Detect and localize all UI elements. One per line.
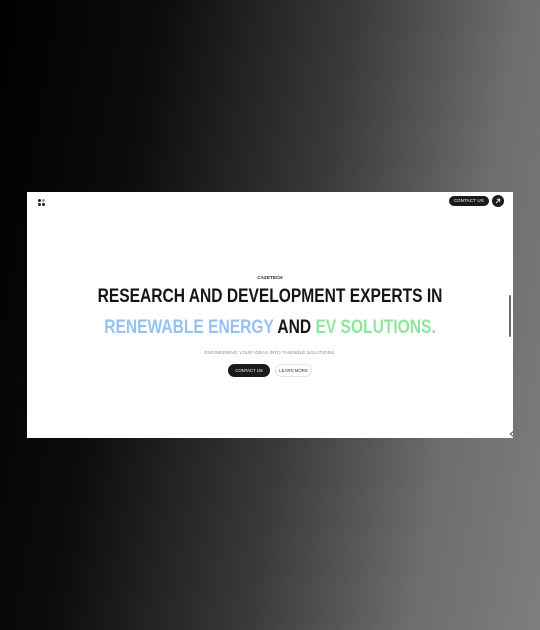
brand-name: CAZETECH bbox=[257, 275, 283, 280]
logo-dot bbox=[38, 203, 41, 206]
learn-more-button[interactable]: LEARN MORE bbox=[275, 364, 312, 377]
header-contact-button[interactable]: CONTACT US bbox=[448, 195, 504, 207]
hero-subtitle: ENGINEERING YOUR IDEAS INTO TANGIBLE SOL… bbox=[204, 350, 336, 355]
headline-ev-solutions: EV SOLUTIONS. bbox=[315, 317, 436, 338]
arrow-up-right-glyph bbox=[495, 198, 501, 204]
hero-buttons: CONTACT US LEARN MORE bbox=[27, 364, 513, 377]
scrollbar-thumb[interactable] bbox=[509, 295, 511, 337]
logo-dot bbox=[42, 203, 45, 206]
contact-us-button[interactable]: CONTACT US bbox=[228, 364, 270, 377]
arrow-up-right-icon[interactable] bbox=[492, 195, 504, 207]
chevron-left-icon[interactable] bbox=[509, 431, 513, 437]
headline-line-2: RENEWABLE ENERGY AND EV SOLUTIONS. bbox=[71, 317, 470, 339]
logo-dots-icon[interactable] bbox=[37, 198, 49, 210]
headline-line-1: RESEARCH AND DEVELOPMENT EXPERTS IN bbox=[97, 286, 443, 307]
headline-and: AND bbox=[277, 317, 312, 338]
logo-dot bbox=[38, 199, 41, 202]
website-preview-frame: CONTACT US CAZETECH RESEARCH AND DEVELOP… bbox=[27, 192, 513, 438]
header-contact-label[interactable]: CONTACT US bbox=[448, 195, 489, 207]
headline-renewable-energy: RENEWABLE ENERGY bbox=[104, 317, 274, 338]
logo-dot bbox=[42, 199, 45, 202]
